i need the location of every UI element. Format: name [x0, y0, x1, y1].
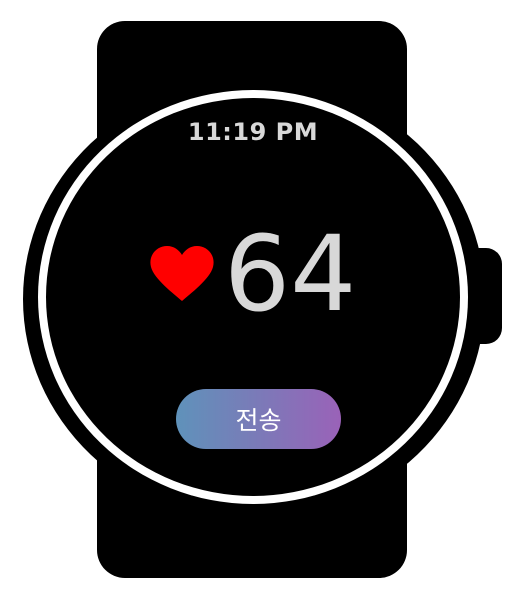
time-display: 11:19 PM — [187, 118, 319, 146]
send-button[interactable]: 전송 — [176, 389, 341, 449]
heart-rate-value: 64 — [224, 213, 357, 335]
smartwatch: 11:19 PM 64 전송 — [0, 0, 510, 598]
watch-screen: 11:19 PM 64 전송 — [46, 98, 460, 496]
heart-icon — [150, 246, 214, 301]
